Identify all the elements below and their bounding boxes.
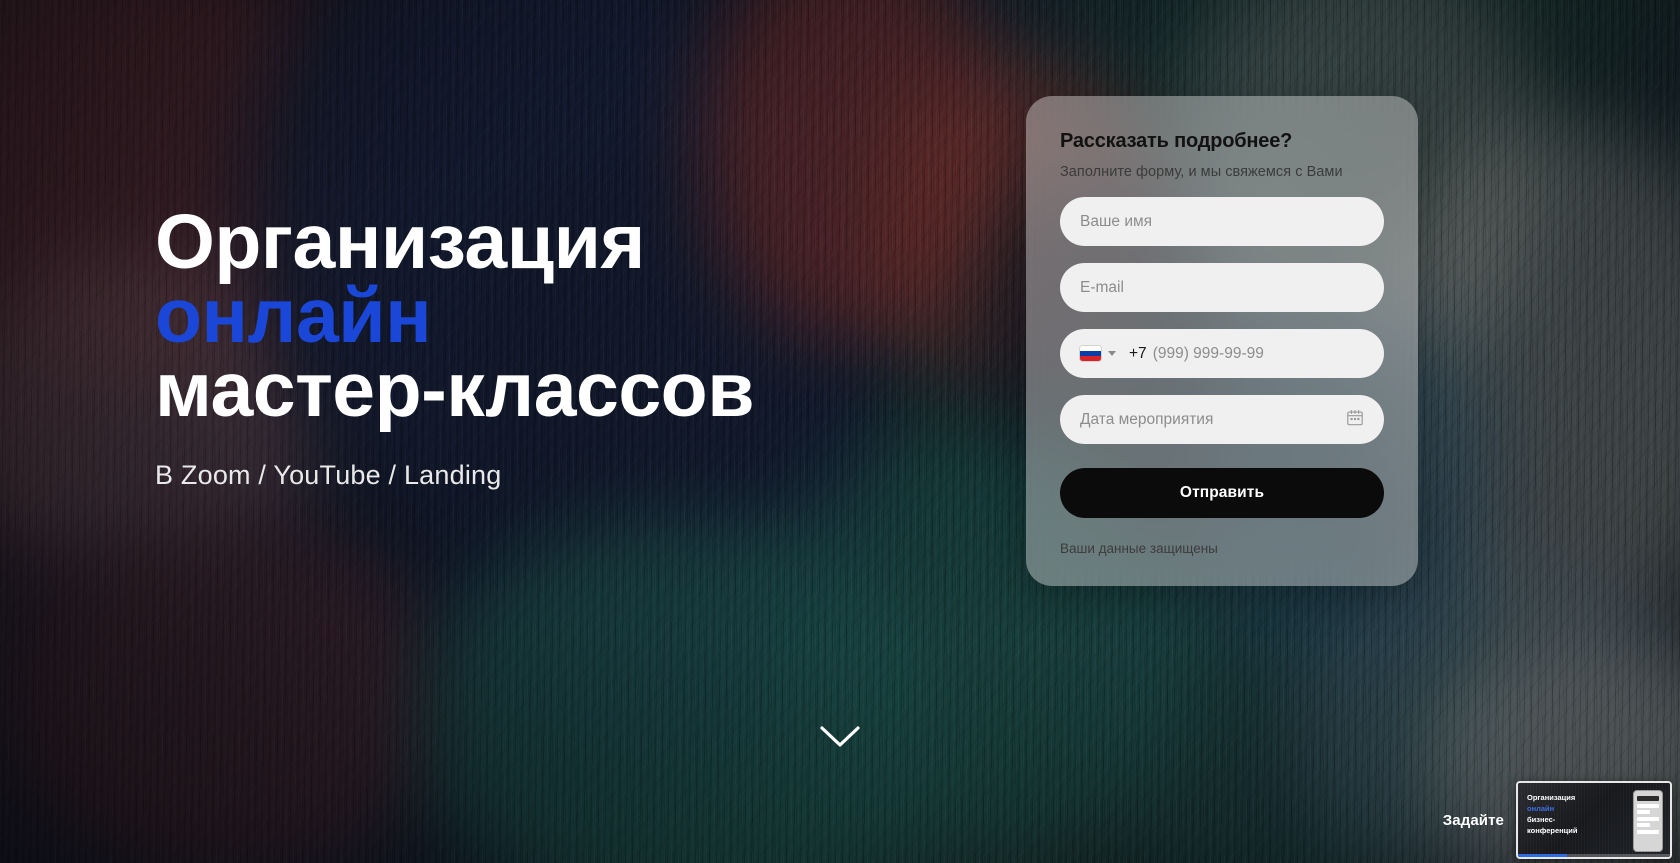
form-subtitle: Заполните форму, и мы свяжемся с Вами (1060, 164, 1343, 180)
video-progress-bar[interactable] (1518, 854, 1670, 857)
headline-accent-word: онлайн (155, 272, 432, 359)
promo-label: Задайте (1442, 811, 1504, 829)
name-input[interactable]: Ваше имя (1060, 197, 1384, 246)
video-progress-fill (1518, 854, 1567, 857)
thumbnail-caption-accent: онлайн (1527, 803, 1555, 813)
thumbnail-caption-line-1: Организация (1527, 793, 1576, 802)
lead-form-card: Рассказать подробнее? Заполните форму, и… (1026, 96, 1418, 586)
privacy-note: Ваши данные защищены (1060, 541, 1218, 556)
scroll-down-indicator[interactable] (820, 726, 860, 753)
headline-line-1: Организация (155, 199, 645, 285)
hero-headline-block: Организация онлайн мастер-классов В Zoom… (155, 199, 975, 491)
video-preview-thumbnail[interactable]: Организация онлайн бизнес- конференций (1516, 781, 1672, 859)
hero-subtitle: В Zoom / YouTube / Landing (155, 459, 502, 490)
phone-mockup-graphic (1633, 790, 1663, 852)
thumbnail-caption-line-3: бизнес- (1527, 814, 1556, 824)
chevron-down-icon (1108, 351, 1116, 356)
submit-button[interactable]: Отправить (1060, 468, 1384, 518)
headline-line-3: мастер-классов (155, 346, 755, 433)
chevron-down-icon (820, 726, 860, 747)
phone-input[interactable]: +7 (999) 999-99-99 (1060, 329, 1384, 378)
email-input-placeholder: E-mail (1080, 278, 1124, 296)
name-input-placeholder: Ваше имя (1080, 212, 1153, 230)
date-input-placeholder: Дата мероприятия (1080, 410, 1214, 428)
email-input[interactable]: E-mail (1060, 263, 1384, 312)
country-selector[interactable] (1080, 346, 1116, 361)
form-title: Рассказать подробнее? (1060, 130, 1293, 152)
thumbnail-caption: Организация онлайн бизнес- конференций (1518, 783, 1584, 857)
calendar-icon[interactable] (1346, 408, 1364, 431)
thumbnail-caption-line-4: конференций (1527, 825, 1578, 835)
promo-widget[interactable]: Задайте Организация онлайн бизнес- конфе… (1443, 781, 1672, 859)
date-input[interactable]: Дата мероприятия (1060, 395, 1384, 444)
phone-input-placeholder: (999) 999-99-99 (1152, 344, 1264, 362)
phone-country-code: +7 (1129, 344, 1147, 362)
russia-flag-icon (1080, 346, 1101, 361)
